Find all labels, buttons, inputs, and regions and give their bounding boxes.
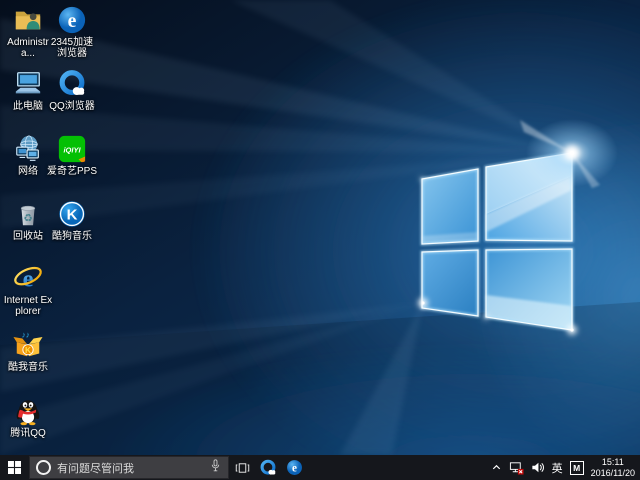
speaker-icon xyxy=(531,461,545,474)
chevron-up-icon xyxy=(491,462,502,473)
network-globe-icon xyxy=(13,134,43,164)
desktop[interactable]: Administra... e 2345加速浏览器 xyxy=(0,0,640,480)
computer-icon xyxy=(13,69,43,99)
desktop-icon-label: 2345加速浏览器 xyxy=(46,37,98,59)
desktop-icon-label: 酷狗音乐 xyxy=(46,231,98,242)
desktop-icon-label: 腾讯QQ xyxy=(2,428,54,439)
desktop-icon-label: Internet Explorer xyxy=(2,295,54,317)
tray-volume[interactable] xyxy=(531,461,545,474)
desktop-icon-qq-browser[interactable]: QQ浏览器 xyxy=(46,69,98,112)
taskbar-qq-browser-button[interactable] xyxy=(255,455,281,480)
desktop-icon-label: QQ浏览器 xyxy=(46,101,98,112)
ime-mode-indicator[interactable]: M xyxy=(570,461,584,475)
language-indicator[interactable]: 英 xyxy=(552,460,563,476)
svg-text:iQIYI: iQIYI xyxy=(63,145,81,154)
cortana-icon xyxy=(36,460,51,475)
desktop-icon-kugou-music[interactable]: K 酷狗音乐 xyxy=(46,199,98,242)
recycle-bin-icon: ♻ xyxy=(13,199,43,229)
user-folder-icon xyxy=(13,5,43,35)
taskbar: 有问题尽管问我 xyxy=(0,455,640,480)
desktop-icon-label: 爱奇艺PPS xyxy=(46,166,98,177)
search-placeholder: 有问题尽管问我 xyxy=(57,460,203,476)
kuwo-icon: ♪♪ K xyxy=(13,330,43,360)
task-view-icon xyxy=(235,461,250,475)
2345-browser-icon: e xyxy=(57,5,87,35)
microphone-icon[interactable] xyxy=(209,458,222,478)
start-button[interactable] xyxy=(0,455,29,480)
tray-expand-button[interactable] xyxy=(491,462,502,473)
desktop-icon-internet-explorer[interactable]: e Internet Explorer xyxy=(2,263,54,317)
windows-logo-icon xyxy=(8,461,21,474)
kugou-icon: K xyxy=(57,199,87,229)
svg-text:e: e xyxy=(292,462,297,474)
svg-text:♻: ♻ xyxy=(23,214,32,225)
network-disconnected-icon xyxy=(509,460,524,475)
internet-explorer-icon: e xyxy=(13,263,43,293)
2345-browser-icon: e xyxy=(286,459,303,476)
clock-time: 15:11 xyxy=(591,457,635,468)
iqiyi-icon: iQIYI xyxy=(57,134,87,164)
svg-text:K: K xyxy=(67,206,78,223)
task-view-button[interactable] xyxy=(229,455,255,480)
qq-penguin-icon xyxy=(13,396,43,426)
taskbar-clock[interactable]: 15:11 2016/11/20 xyxy=(591,457,635,478)
system-tray: 英 M 15:11 2016/11/20 xyxy=(491,457,640,478)
svg-text:♪♪: ♪♪ xyxy=(21,330,29,340)
desktop-icon-iqiyi-pps[interactable]: iQIYI 爱奇艺PPS xyxy=(46,134,98,177)
qq-browser-icon xyxy=(259,459,277,477)
desktop-icon-kuwo-music[interactable]: ♪♪ K 酷我音乐 xyxy=(2,330,54,373)
desktop-icon-tencent-qq[interactable]: 腾讯QQ xyxy=(2,396,54,439)
cortana-search-box[interactable]: 有问题尽管问我 xyxy=(29,456,229,479)
desktop-icon-2345-browser[interactable]: e 2345加速浏览器 xyxy=(46,5,98,59)
taskbar-2345-browser-button[interactable]: e xyxy=(281,455,307,480)
svg-text:e: e xyxy=(68,10,77,32)
clock-date: 2016/11/20 xyxy=(591,468,635,479)
qq-browser-icon xyxy=(57,69,87,99)
svg-text:K: K xyxy=(25,345,31,355)
desktop-icon-label: 酷我音乐 xyxy=(2,362,54,373)
tray-network-status[interactable] xyxy=(509,460,524,475)
